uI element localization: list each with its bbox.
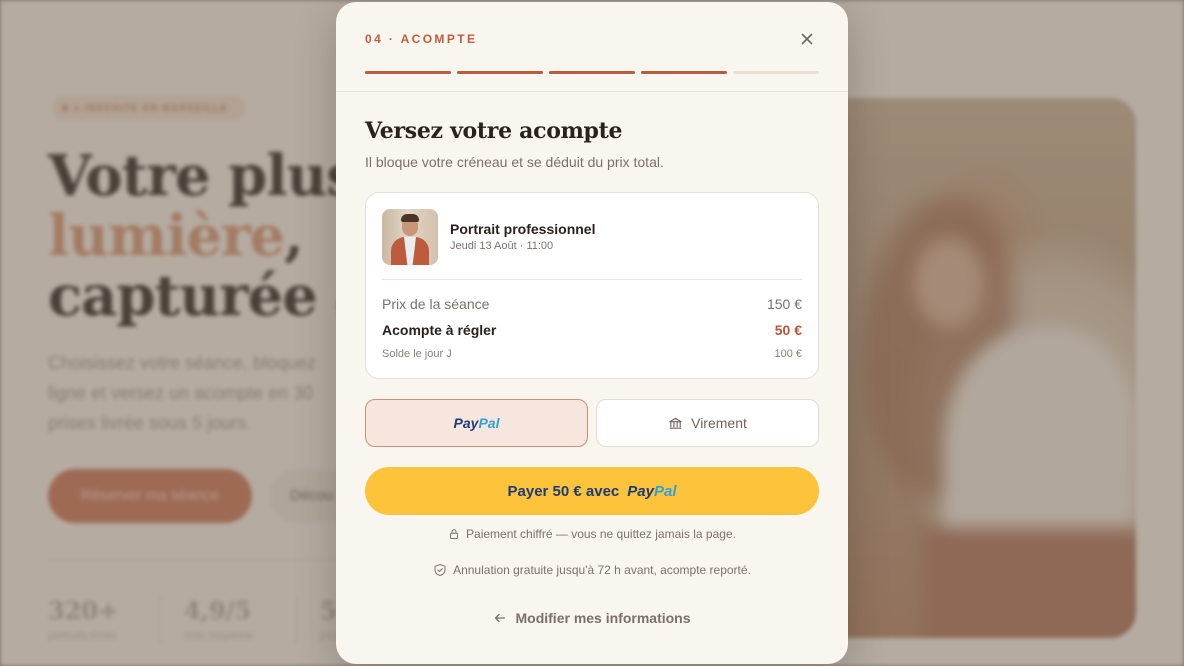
step-progress <box>365 71 819 74</box>
close-button[interactable] <box>798 30 816 48</box>
paypal-logo: PayPal <box>453 415 500 431</box>
cancellation-note: Annulation gratuite jusqu'à 72 h avant, … <box>336 563 848 577</box>
balance-label: Solde le jour J <box>382 348 452 360</box>
price-label: Prix de la séance <box>382 296 490 312</box>
modal-subtitle: Il bloque votre créneau et se déduit du … <box>365 154 664 170</box>
paypal-logo: PayPal <box>627 482 677 500</box>
deposit-modal: 04 · ACOMPTE Versez votre acompte Il blo… <box>336 2 848 664</box>
close-icon <box>801 33 813 45</box>
price-value: 150 € <box>766 296 802 312</box>
pay-button-label: Payer 50 € avec <box>507 482 620 500</box>
deposit-value: 50 € <box>774 322 802 338</box>
edit-information-link[interactable]: Modifier mes informations <box>336 610 848 626</box>
progress-segment <box>549 71 635 74</box>
deposit-row: Acompte à régler 50 € <box>382 322 802 338</box>
step-label: 04 · ACOMPTE <box>365 32 478 46</box>
progress-segment <box>641 71 727 74</box>
cancellation-note-text: Annulation gratuite jusqu'à 72 h avant, … <box>453 563 751 577</box>
shield-check-icon <box>434 563 446 577</box>
security-note: Paiement chiffré — vous ne quittez jamai… <box>336 527 848 541</box>
progress-segment <box>733 71 819 74</box>
price-row: Prix de la séance 150 € <box>382 296 802 312</box>
service-name: Portrait professionnel <box>450 221 596 237</box>
pay-with-paypal-button[interactable]: Payer 50 € avec PayPal <box>365 467 819 515</box>
modal-header: 04 · ACOMPTE <box>336 2 848 92</box>
bank-icon <box>669 417 682 429</box>
deposit-label: Acompte à régler <box>382 322 497 338</box>
booking-summary-card: Portrait professionnel Jeudi 13 Août · 1… <box>365 192 819 379</box>
payment-option-transfer[interactable]: Virement <box>596 399 819 447</box>
service-datetime: Jeudi 13 Août · 11:00 <box>450 240 554 252</box>
payment-option-paypal[interactable]: PayPal <box>365 399 588 447</box>
transfer-label: Virement <box>691 415 747 431</box>
balance-value: 100 € <box>774 348 802 360</box>
progress-segment <box>365 71 451 74</box>
summary-divider <box>382 279 802 280</box>
modal-title: Versez votre acompte <box>365 118 623 144</box>
edit-information-label: Modifier mes informations <box>515 610 691 626</box>
progress-segment <box>457 71 543 74</box>
arrow-left-icon <box>495 613 506 623</box>
security-note-text: Paiement chiffré — vous ne quittez jamai… <box>466 527 736 541</box>
lock-icon <box>450 529 459 539</box>
balance-row: Solde le jour J 100 € <box>382 348 802 360</box>
service-thumbnail <box>382 209 438 265</box>
